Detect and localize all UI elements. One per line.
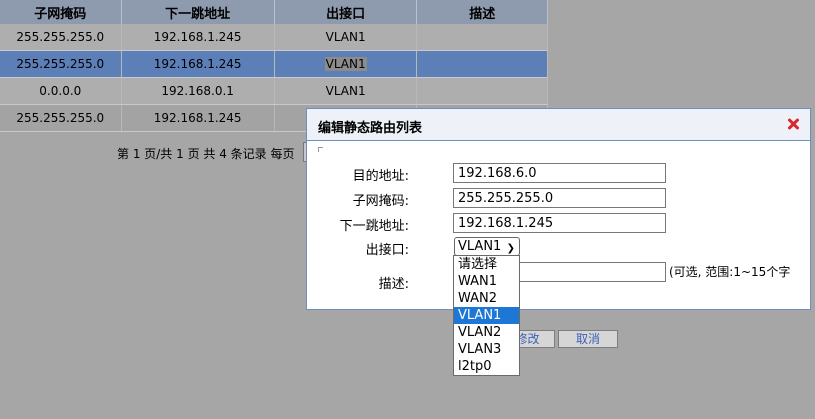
dest-label: 目的地址: xyxy=(352,169,409,184)
dropdown-option[interactable]: l2tp0 xyxy=(454,358,519,375)
next-hop-input[interactable] xyxy=(453,213,666,233)
cell-description xyxy=(416,50,548,78)
cell-next-hop: 192.168.0.1 xyxy=(121,77,275,105)
cell-description xyxy=(416,77,548,105)
table-row[interactable]: 0.0.0.0 192.168.0.1 VLAN1 xyxy=(0,77,548,105)
close-icon[interactable] xyxy=(786,117,800,131)
header-description: 描述 xyxy=(416,0,548,24)
cell-interface-text: VLAN1 xyxy=(324,57,367,71)
cell-next-hop: 192.168.1.245 xyxy=(121,104,275,132)
table-header-row: 子网掩码 下一跳地址 出接口 描述 xyxy=(0,0,548,24)
desc-label: 描述: xyxy=(378,277,409,292)
dropdown-option-selected[interactable]: VLAN1 xyxy=(454,307,519,324)
edit-route-dialog: 编辑静态路由列表 目的地址: 子网掩码: 下一跳地址: 出接口: VLAN1 ❯… xyxy=(306,108,811,310)
description-hint: (可选, 范围:1~15个字 xyxy=(669,265,791,279)
cell-mask: 255.255.255.0 xyxy=(0,104,122,132)
cell-interface: VLAN1 xyxy=(274,77,418,105)
table-row[interactable]: 255.255.255.0 192.168.1.245 VLAN1 xyxy=(0,24,548,51)
interface-label: 出接口: xyxy=(365,243,409,258)
next-hop-label: 下一跳地址: xyxy=(339,219,409,234)
interface-dropdown-list[interactable]: 请选择 WAN1 WAN2 VLAN1 VLAN2 VLAN3 l2tp0 xyxy=(453,255,520,376)
cell-interface: VLAN1 xyxy=(274,50,418,78)
cell-mask: 0.0.0.0 xyxy=(0,77,122,105)
dropdown-option[interactable]: VLAN3 xyxy=(454,341,519,358)
interface-select-value: VLAN1 xyxy=(458,239,502,254)
dialog-header: 编辑静态路由列表 xyxy=(307,109,810,141)
header-next-hop: 下一跳地址 xyxy=(121,0,275,24)
cell-mask: 255.255.255.0 xyxy=(0,24,122,51)
header-interface: 出接口 xyxy=(274,0,418,24)
cell-description xyxy=(416,24,548,51)
corner-mark-icon xyxy=(318,147,323,152)
header-mask: 子网掩码 xyxy=(0,0,122,24)
cell-next-hop: 192.168.1.245 xyxy=(121,24,275,51)
dropdown-option[interactable]: 请选择 xyxy=(454,256,519,273)
cancel-button[interactable]: 取消 xyxy=(558,330,618,348)
dialog-title: 编辑静态路由列表 xyxy=(318,121,423,136)
cell-mask: 255.255.255.0 xyxy=(0,50,122,78)
mask-label: 子网掩码: xyxy=(352,194,409,209)
cell-interface: VLAN1 xyxy=(274,24,418,51)
cell-next-hop: 192.168.1.245 xyxy=(121,50,275,78)
subnet-mask-input[interactable] xyxy=(453,188,666,208)
dropdown-option[interactable]: WAN1 xyxy=(454,273,519,290)
interface-select[interactable]: VLAN1 ❯ xyxy=(454,237,520,256)
dest-address-input[interactable] xyxy=(453,163,666,183)
dropdown-option[interactable]: WAN2 xyxy=(454,290,519,307)
dropdown-option[interactable]: VLAN2 xyxy=(454,324,519,341)
table-row-selected[interactable]: 255.255.255.0 192.168.1.245 VLAN1 xyxy=(0,50,548,78)
pager-text: 第 1 页/共 1 页 共 4 条记录 每页 xyxy=(117,147,295,161)
